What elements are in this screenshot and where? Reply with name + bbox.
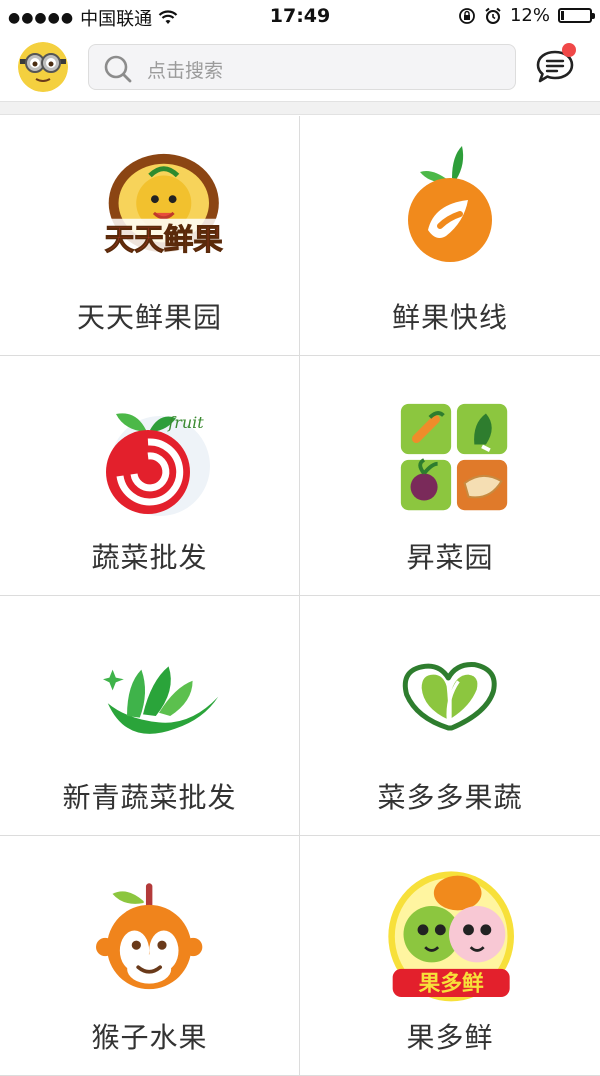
fruit-characters-logo-icon: 果多鲜: [388, 871, 514, 1002]
minion-avatar-icon: [18, 42, 68, 92]
logo-text: fruit: [167, 413, 204, 432]
store-card[interactable]: 猴子水果: [0, 836, 300, 1076]
green-leaves-logo-icon: [103, 666, 219, 734]
battery-icon: [558, 8, 595, 23]
user-avatar[interactable]: [18, 42, 68, 92]
store-card[interactable]: fruit 蔬菜批发: [0, 356, 300, 596]
store-name: 新青蔬菜批发: [62, 781, 237, 814]
store-card[interactable]: 昇菜园: [300, 356, 600, 596]
orange-fruit-logo-icon: [408, 146, 492, 262]
notification-badge: [562, 43, 576, 57]
store-card[interactable]: 鲜果快线: [300, 116, 600, 356]
vegetable-grid-logo-icon: [400, 403, 508, 511]
store-name: 猴子水果: [91, 1021, 208, 1054]
logo-text: 果多鲜: [419, 971, 484, 997]
store-name: 昇菜园: [406, 541, 494, 574]
search-icon: [104, 55, 132, 83]
tiantian-fruit-logo-icon: 天天鲜果: [94, 153, 224, 257]
red-apple-logo-icon: fruit: [106, 413, 210, 516]
battery-percent: 12%: [509, 5, 550, 26]
store-card[interactable]: 果多鲜 果多鲜: [300, 836, 600, 1076]
monkey-orange-logo-icon: [96, 883, 203, 990]
store-name: 鲜果快线: [391, 301, 508, 334]
store-grid: 天天鲜果 天天鲜果园 鲜果快线 fruit 蔬菜批发 昇菜园 新青蔬菜批发 菜多…: [0, 116, 600, 1076]
battery-level-fill: [561, 11, 564, 20]
rotation-lock-icon: [459, 7, 475, 24]
status-bar: ●●●●● 中国联通 17:49 12%: [0, 0, 600, 36]
search-placeholder: 点击搜索: [147, 60, 224, 82]
top-header: 点击搜索: [0, 36, 600, 100]
alarm-icon: [485, 7, 501, 24]
status-right: 12%: [458, 5, 595, 26]
logo-text: 天天鲜果: [105, 222, 224, 256]
store-card[interactable]: 天天鲜果 天天鲜果园: [0, 116, 300, 356]
search-bar[interactable]: 点击搜索: [88, 44, 516, 90]
store-card[interactable]: 新青蔬菜批发: [0, 596, 300, 836]
store-name: 果多鲜: [406, 1021, 494, 1054]
store-name: 天天鲜果园: [76, 301, 222, 334]
green-heart-leaf-logo-icon: [402, 662, 497, 731]
store-card[interactable]: 菜多多果蔬: [300, 596, 600, 836]
messages-button[interactable]: [534, 43, 578, 88]
header-separator: [0, 101, 600, 115]
store-name: 菜多多果蔬: [377, 781, 523, 814]
store-name: 蔬菜批发: [91, 541, 208, 574]
